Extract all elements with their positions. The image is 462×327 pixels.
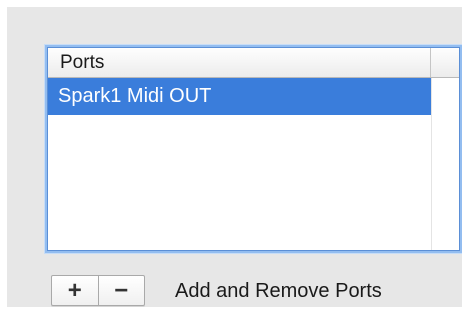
ports-table[interactable]: Ports Spark1 Midi OUT <box>47 47 460 251</box>
header-corner <box>431 48 459 77</box>
add-remove-button-group: + − <box>51 275 145 306</box>
add-port-button[interactable]: + <box>52 276 98 305</box>
add-remove-caption: Add and Remove Ports <box>175 280 382 302</box>
column-divider <box>431 78 432 250</box>
table-body: Spark1 Midi OUT <box>48 78 459 115</box>
table-header-row: Ports <box>48 48 459 78</box>
ports-column-header[interactable]: Ports <box>48 48 431 77</box>
table-row[interactable]: Spark1 Midi OUT <box>48 78 432 115</box>
ports-panel: Ports Spark1 Midi OUT + − Add and Remove… <box>7 7 462 307</box>
remove-port-button[interactable]: − <box>97 276 145 305</box>
port-name: Spark1 Midi OUT <box>58 85 212 107</box>
